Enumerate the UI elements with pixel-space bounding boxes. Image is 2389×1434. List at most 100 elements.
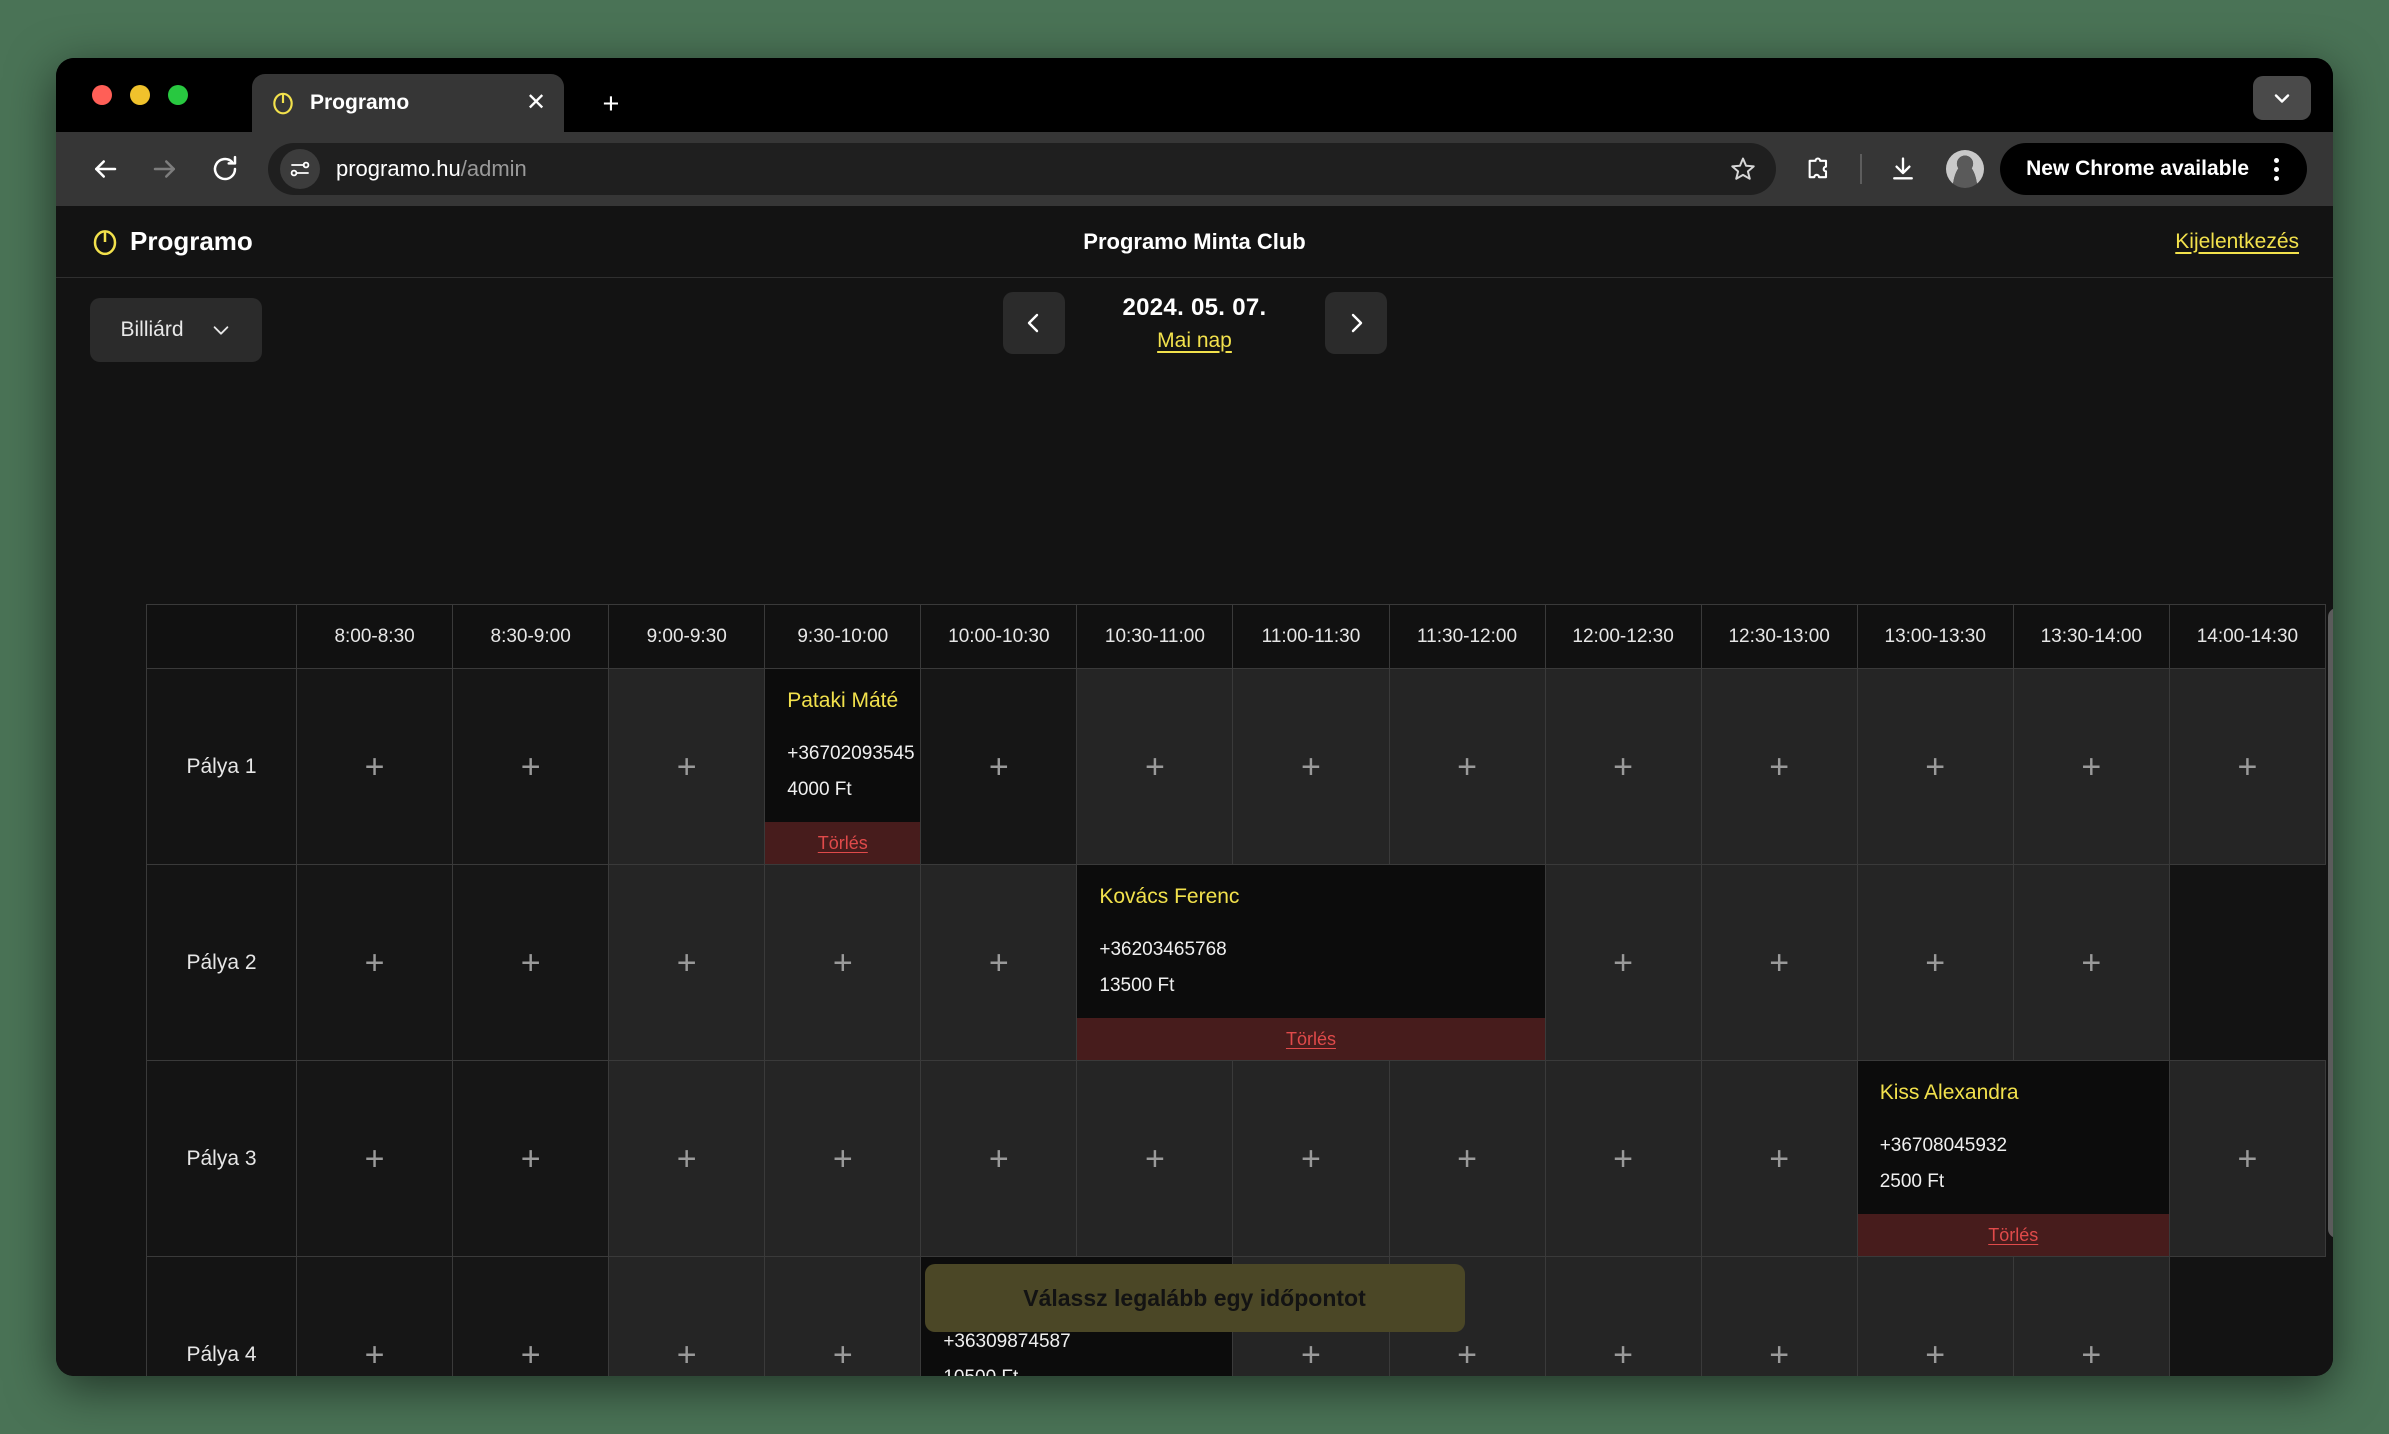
add-booking-cell[interactable]: + [1232, 668, 1390, 865]
add-booking-cell[interactable]: + [1232, 1060, 1390, 1257]
plus-icon: + [1769, 747, 1790, 786]
court-type-select[interactable]: Billiárd [90, 298, 262, 362]
booking-cell[interactable]: Kiss Alexandra +36708045932 2500 Ft Törlés [1856, 1060, 2170, 1257]
add-booking-cell[interactable]: + [1388, 668, 1546, 865]
add-booking-cell[interactable]: + [1076, 668, 1234, 865]
vertical-scrollbar-thumb[interactable] [2328, 608, 2333, 1238]
plus-icon: + [1613, 747, 1634, 786]
booking-cell[interactable]: Pataki Máté +36702093545 4000 Ft Törlés [764, 668, 922, 865]
court-type-value: Billiárd [120, 318, 184, 341]
add-booking-cell[interactable]: + [1544, 864, 1702, 1061]
chevron-down-icon[interactable] [2253, 76, 2311, 120]
add-booking-cell[interactable]: + [1700, 1060, 1858, 1257]
tune-icon[interactable] [280, 149, 320, 189]
add-booking-cell[interactable]: + [296, 668, 454, 865]
schedule-viewport: 8:00-8:30 8:30-9:00 9:00-9:30 9:30-10:00 10:… [146, 604, 2326, 1376]
arrow-right-icon[interactable] [142, 146, 188, 192]
plus-icon: + [520, 943, 541, 982]
booking-phone: +36203465768 [1099, 939, 1227, 960]
puzzle-icon[interactable] [1798, 148, 1840, 190]
add-booking-cell[interactable]: + [2012, 864, 2170, 1061]
close-icon[interactable]: ✕ [522, 89, 550, 117]
plus-icon: + [1613, 943, 1634, 982]
arrow-left-icon[interactable] [82, 146, 128, 192]
add-booking-cell[interactable]: + [452, 668, 610, 865]
kebab-menu-icon[interactable] [2259, 152, 2293, 186]
add-booking-cell[interactable]: + [2168, 1060, 2326, 1257]
add-booking-cell[interactable]: + [920, 668, 1078, 865]
plus-icon: + [2081, 943, 2102, 982]
add-booking-cell[interactable]: + [1544, 1060, 1702, 1257]
url-path: /admin [460, 156, 527, 181]
plus-icon: + [2237, 747, 2258, 786]
add-booking-cell[interactable]: + [1700, 864, 1858, 1061]
add-booking-cell[interactable]: + [608, 864, 766, 1061]
time-slot-header: 9:30-10:00 [764, 604, 922, 669]
booking-card: Kovács Ferenc +36203465768 13500 Ft Törlés [1077, 865, 1545, 1060]
booking-price: 13500 Ft [1099, 975, 1175, 996]
download-icon[interactable] [1882, 148, 1924, 190]
browser-toolbar: programo.hu/admin New Chrome available [56, 132, 2333, 206]
reload-icon[interactable] [202, 146, 248, 192]
plus-icon: + [988, 747, 1009, 786]
close-window-button[interactable] [92, 85, 112, 105]
corner-cell [146, 604, 298, 669]
add-booking-cell[interactable]: + [920, 864, 1078, 1061]
today-link[interactable]: Mai nap [1157, 329, 1232, 353]
add-booking-cell[interactable]: + [1388, 1060, 1546, 1257]
vertical-scrollbar[interactable] [2328, 604, 2333, 1376]
plus-icon: + [676, 943, 697, 982]
add-booking-cell[interactable]: + [1856, 668, 2014, 865]
tab-strip: Programo ✕ + [56, 58, 2333, 132]
chrome-update-label: New Chrome available [2026, 157, 2249, 180]
add-booking-cell[interactable]: + [764, 1060, 922, 1257]
maximize-window-button[interactable] [168, 85, 188, 105]
booking-name: Kiss Alexandra [1879, 1081, 2019, 1104]
add-booking-cell[interactable]: + [1700, 668, 1858, 865]
plus-icon[interactable]: + [596, 90, 626, 120]
booking-cell[interactable]: Kovács Ferenc +36203465768 13500 Ft Törlés [1076, 864, 1546, 1061]
logout-link[interactable]: Kijelentkezés [2175, 230, 2299, 254]
add-booking-cell[interactable]: + [2168, 668, 2326, 865]
add-booking-cell[interactable]: + [452, 1060, 610, 1257]
chrome-update-button[interactable]: New Chrome available [2000, 143, 2307, 195]
time-slot-header: 10:30-11:00 [1076, 604, 1234, 669]
avatar[interactable] [1946, 150, 1985, 188]
delete-booking-button[interactable]: Törlés [1857, 1214, 2169, 1256]
schedule-scroll-area[interactable]: 8:00-8:30 8:30-9:00 9:00-9:30 9:30-10:00 10:… [146, 604, 2333, 1376]
delete-booking-button[interactable]: Törlés [1077, 1018, 1545, 1060]
confirm-selection-button[interactable]: Válassz legalább egy időpontot [924, 1264, 1465, 1332]
add-booking-cell[interactable]: + [296, 864, 454, 1061]
address-bar[interactable]: programo.hu/admin [268, 143, 1777, 195]
plus-icon: + [520, 747, 541, 786]
plus-icon: + [1925, 943, 1946, 982]
add-booking-cell[interactable]: + [1544, 668, 1702, 865]
court-label: Pálya 1 [146, 668, 298, 865]
add-booking-cell[interactable]: + [764, 864, 922, 1061]
time-slot-header: 8:00-8:30 [296, 604, 454, 669]
chevron-down-icon [213, 326, 228, 335]
add-booking-cell[interactable]: + [2012, 668, 2170, 865]
app-header: Programo Programo Minta Club Kijelentkez… [56, 206, 2333, 278]
plus-icon: + [676, 747, 697, 786]
plus-icon: + [364, 1139, 385, 1178]
delete-booking-button[interactable]: Törlés [765, 822, 921, 864]
add-booking-cell[interactable]: + [920, 1060, 1078, 1257]
add-booking-cell[interactable]: + [608, 1060, 766, 1257]
add-booking-cell[interactable]: + [452, 864, 610, 1061]
schedule-header: 8:00-8:30 8:30-9:00 9:00-9:30 9:30-10:00 10:… [146, 604, 2326, 669]
browser-tab[interactable]: Programo ✕ [252, 74, 564, 132]
page-title: Programo Minta Club [1083, 228, 1306, 254]
chevron-right-icon[interactable] [1324, 292, 1387, 354]
minimize-window-button[interactable] [130, 85, 150, 105]
chevron-left-icon[interactable] [1002, 292, 1065, 354]
add-booking-cell[interactable]: + [608, 668, 766, 865]
page-content: Programo Programo Minta Club Kijelentkez… [56, 206, 2333, 1376]
tab-title: Programo [310, 91, 410, 114]
table-row: Pálya 3 + + + + + + + + + + Kiss Alexandra +36708045… [146, 1060, 2326, 1257]
star-icon[interactable] [1726, 152, 1760, 186]
add-booking-cell[interactable]: + [296, 1060, 454, 1257]
add-booking-cell[interactable]: + [1076, 1060, 1234, 1257]
current-date: 2024. 05. 07. [1122, 293, 1267, 321]
add-booking-cell[interactable]: + [1856, 864, 2014, 1061]
